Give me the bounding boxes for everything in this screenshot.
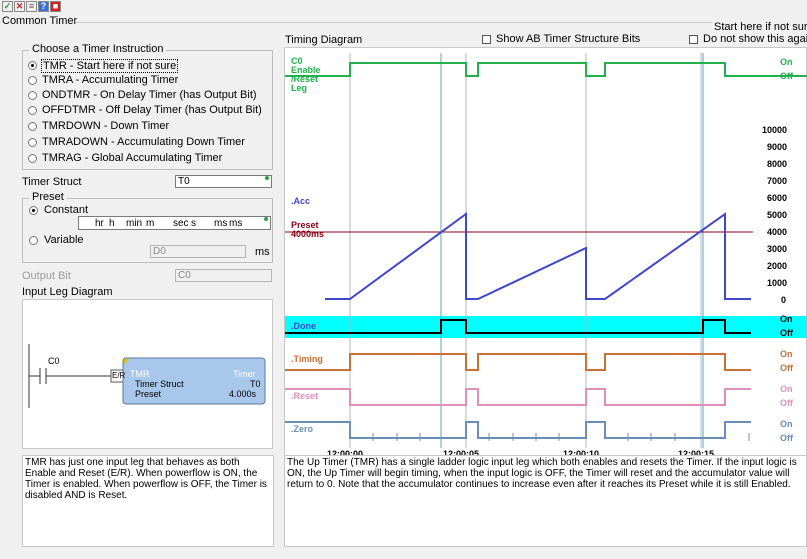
timing-label: .Timing [291, 354, 323, 364]
enable-off: Off [780, 71, 793, 81]
y-tick: 10000 [762, 125, 788, 135]
do-not-show-checkbox[interactable] [689, 35, 698, 44]
y-tick: 2000 [767, 261, 788, 271]
ms-unit: ms [229, 218, 243, 229]
radio-button[interactable] [28, 154, 37, 163]
hr-unit: h [109, 218, 115, 229]
y-tick: 0 [781, 295, 787, 305]
preset-row-value: 4.000s [229, 389, 257, 399]
valid-indicator-icon [264, 217, 268, 221]
reset-off: Off [780, 398, 793, 408]
y-tick: 6000 [767, 193, 788, 203]
preset-title: Preset [29, 191, 67, 203]
left-description: TMR has just one input leg that behaves … [22, 455, 274, 547]
enable-label: C0 Enable /Reset Leg [291, 56, 321, 93]
timing-trace [285, 353, 751, 371]
zero-on: On [780, 419, 793, 429]
zero-label: .Zero [291, 424, 314, 434]
show-ab-label: Show AB Timer Structure Bits [496, 33, 641, 45]
right-description: The Up Timer (TMR) has a single ladder l… [284, 455, 807, 547]
y-tick: 9000 [767, 142, 788, 152]
timer-struct-label: Timer Struct [22, 176, 82, 188]
done-band [285, 316, 807, 338]
timing-off: Off [780, 363, 793, 373]
timing-diagram: C0 Enable /Reset Leg On Off .Acc Preset … [284, 47, 807, 461]
reset-on: On [780, 384, 793, 394]
enable-trace [285, 62, 807, 77]
valid-indicator-icon [265, 176, 269, 180]
timing-on: On [780, 349, 793, 359]
ms-label: ms [214, 218, 228, 229]
choose-timer-title: Choose a Timer Instruction [29, 43, 167, 55]
done-label: .Done [291, 321, 317, 331]
y-tick: 1000 [767, 278, 788, 288]
output-bit-label: Output Bit [22, 270, 71, 282]
reset-label: .Reset [291, 391, 319, 401]
sec-unit: s [191, 218, 196, 229]
done-on: On [780, 314, 793, 324]
toolbar: ✓ ✕ ≡ ? ■ [0, 0, 807, 14]
preset-label: Preset 4000ms [291, 220, 325, 239]
min-unit: m [146, 218, 155, 229]
y-tick: 7000 [767, 176, 788, 186]
radio-button[interactable] [28, 106, 37, 115]
check-icon[interactable]: ✓ [2, 1, 13, 12]
timing-diagram-svg [285, 53, 807, 448]
output-bit-input[interactable]: C0 [175, 269, 272, 282]
record-icon[interactable]: ■ [50, 1, 61, 12]
tmr-box-timer: Timer [233, 369, 256, 379]
timing-diagram-title: Timing Diagram [285, 34, 363, 46]
enable-on: On [780, 57, 793, 67]
y-tick: 8000 [767, 159, 788, 169]
zero-off: Off [780, 433, 793, 443]
tmr-box-title: TMR [130, 369, 150, 379]
common-timer-title: Common Timer [2, 15, 78, 27]
show-ab-checkbox[interactable] [482, 35, 491, 44]
status-icon[interactable]: ≡ [26, 1, 37, 12]
preset-constant-radio[interactable] [29, 206, 38, 215]
done-off: Off [780, 328, 793, 338]
radio-button[interactable] [28, 76, 37, 85]
min-label: min [126, 218, 143, 229]
y-tick: 3000 [767, 244, 788, 254]
close-icon[interactable]: ✕ [14, 1, 25, 12]
reset-trace [285, 388, 751, 406]
radio-button[interactable] [28, 91, 37, 100]
er-label: E/R [112, 371, 126, 380]
preset-constant-input[interactable]: hr h min m sec s ms ms [78, 216, 271, 230]
do-not-show-label: Do not show this again [703, 33, 807, 45]
preset-variable-radio[interactable] [29, 236, 38, 245]
acc-label: .Acc [291, 196, 311, 206]
divider [76, 22, 712, 23]
contact-label: C0 [48, 356, 60, 366]
input-leg-title: Input Leg Diagram [22, 286, 113, 298]
preset-variable-unit: ms [255, 246, 270, 258]
radio-button[interactable] [28, 138, 37, 147]
timer-struct-row-value: T0 [250, 379, 261, 389]
timer-struct-input[interactable]: T0 [175, 175, 272, 188]
hr-label: hr [95, 218, 104, 229]
y-tick: 4000 [767, 227, 788, 237]
start-here-label: Start here if not sure [714, 21, 807, 33]
help-icon[interactable]: ? [38, 1, 49, 12]
radio-button[interactable] [28, 61, 37, 70]
input-leg-diagram: C0 E/R TMR Timer Timer Struct T0 Preset … [22, 299, 273, 449]
y-tick: 5000 [767, 210, 788, 220]
acc-trace [325, 212, 751, 300]
preset-variable-label: Variable [44, 234, 84, 246]
timer-struct-row-label: Timer Struct [135, 379, 184, 389]
preset-variable-input[interactable]: D0 [150, 245, 246, 258]
zero-trace [285, 421, 751, 439]
preset-row-label: Preset [135, 389, 162, 399]
sec-label: sec [173, 218, 189, 229]
preset-constant-label: Constant [44, 204, 89, 216]
radio-button[interactable] [28, 122, 37, 131]
